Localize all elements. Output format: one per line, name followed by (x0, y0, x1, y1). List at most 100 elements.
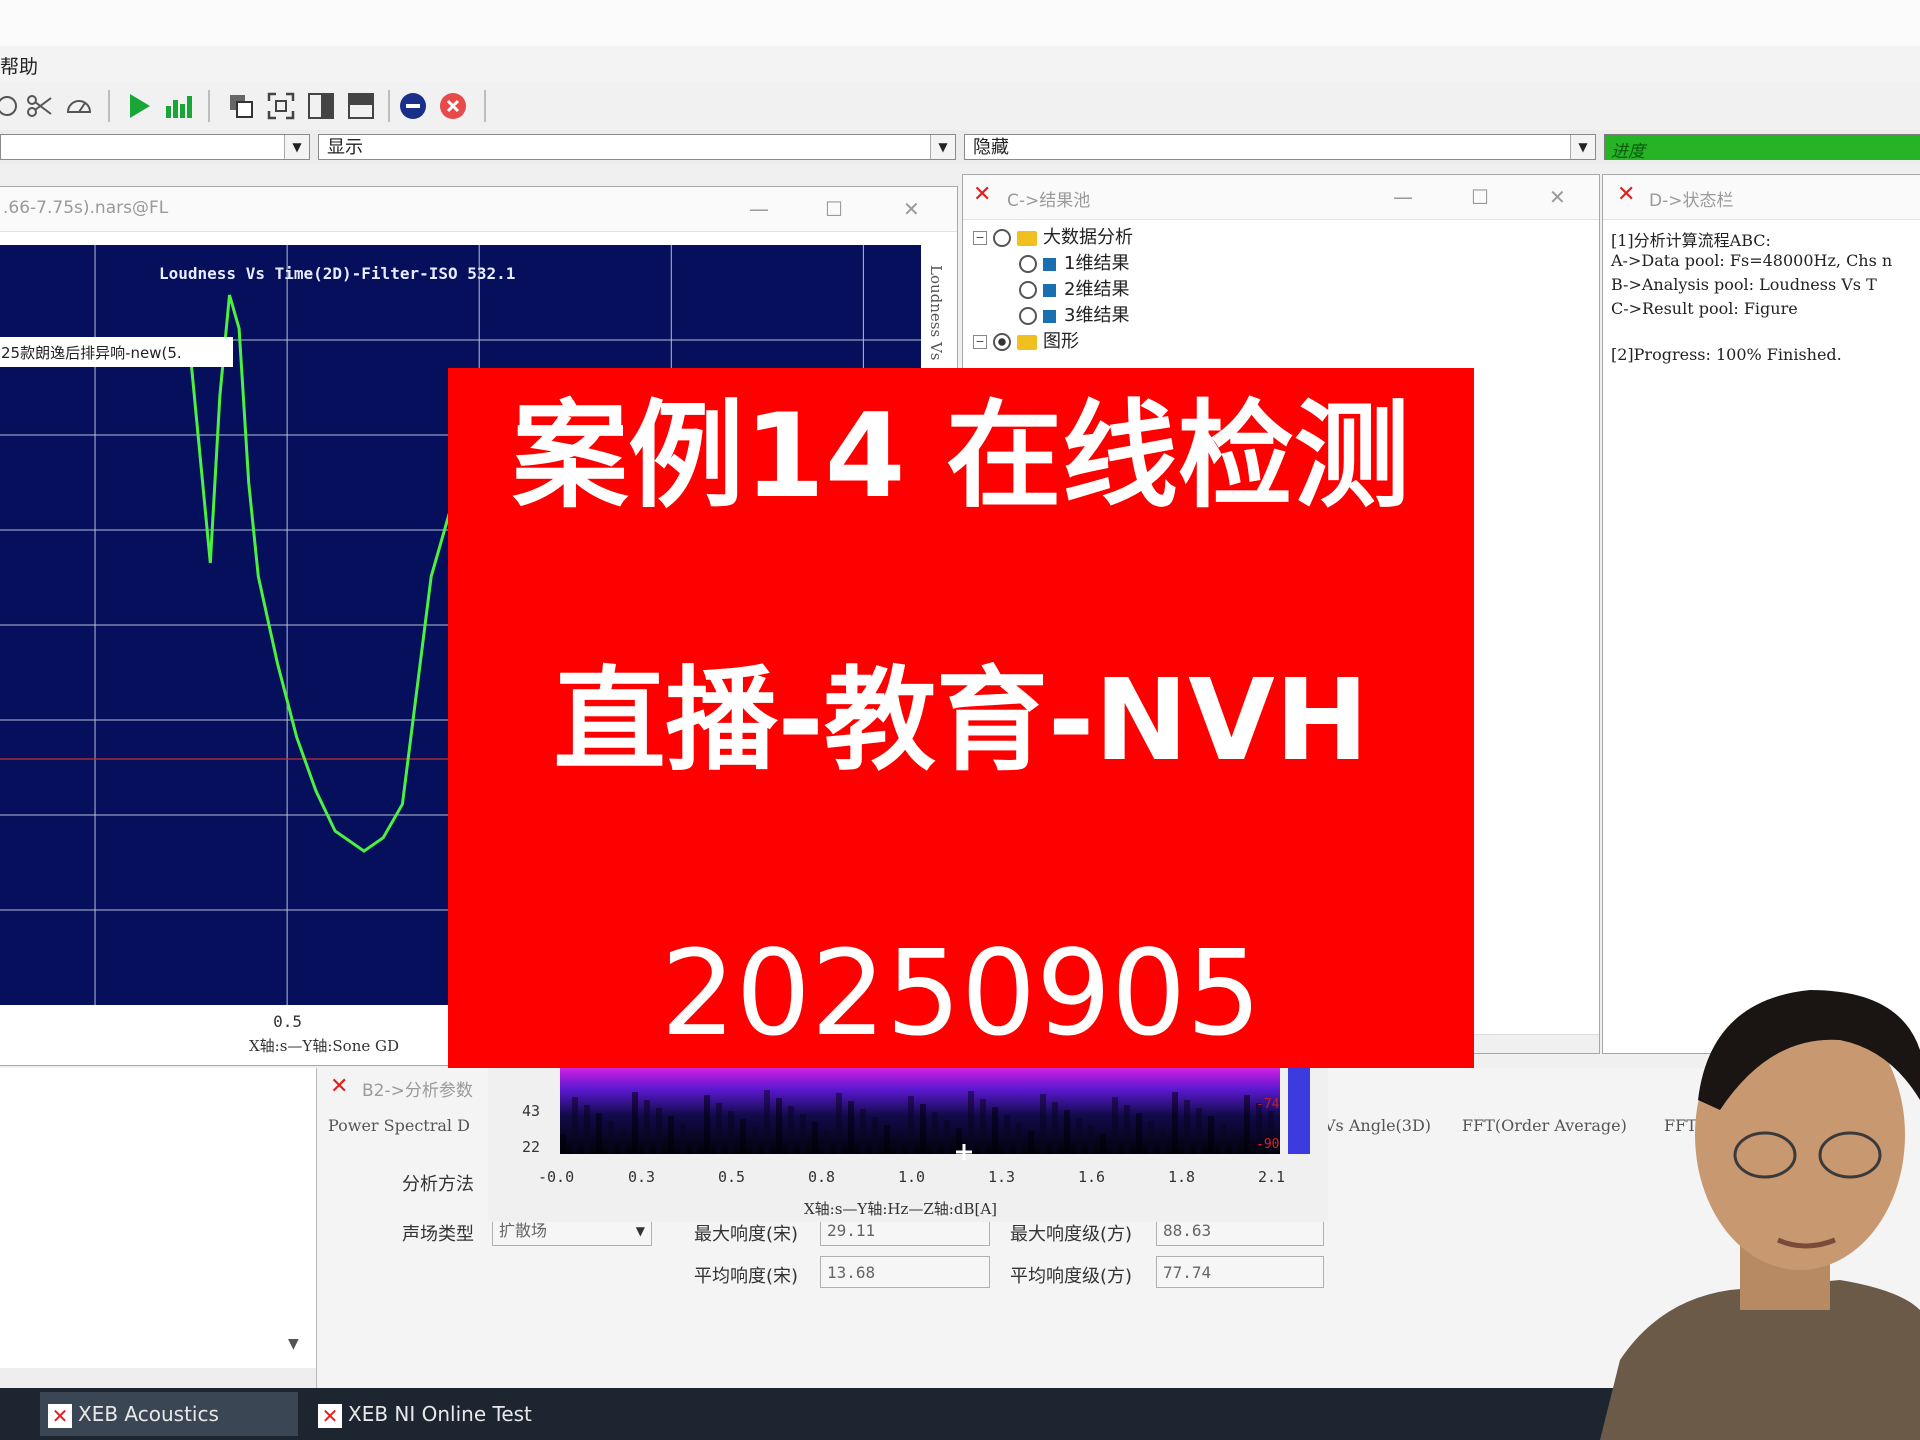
tree-item-3d[interactable]: 3维结果 (1019, 303, 1129, 329)
audio-icon[interactable] (0, 91, 22, 121)
avg-loudness-value: 13.68 (827, 1263, 876, 1282)
close-icon[interactable]: ✕ (903, 197, 920, 221)
spectrogram-cell (1088, 1126, 1094, 1154)
maximize-icon[interactable]: ☐ (825, 197, 843, 221)
maximize-icon[interactable]: ☐ (1471, 185, 1489, 209)
max-loudness-value: 29.11 (827, 1221, 876, 1240)
close-icon[interactable]: ✕ (1549, 185, 1566, 209)
spectrogram-cell (920, 1104, 926, 1154)
collapse-icon[interactable]: − (973, 335, 987, 349)
dropdown-arrow-icon[interactable]: ▼ (1570, 135, 1595, 159)
horizontal-scrollbar[interactable] (0, 1368, 316, 1388)
spectrogram-cell (908, 1096, 914, 1154)
progress-label: 进度 (1611, 142, 1645, 162)
spectrogram-xtick: 2.1 (1258, 1168, 1285, 1186)
taskbar-app-online-test[interactable]: ✕ XEB NI Online Test (312, 1392, 562, 1436)
tree-item-label: 1维结果 (1064, 253, 1130, 274)
fit-screen-icon[interactable] (266, 91, 296, 121)
plot-vertical-label: Loudness Vs (927, 265, 945, 361)
app-x-icon: ✕ (48, 1403, 72, 1428)
tree-item-1d[interactable]: 1维结果 (1019, 251, 1129, 277)
close-circle-icon[interactable] (438, 91, 468, 121)
spectrogram-cell (1136, 1113, 1142, 1154)
dropdown-arrow-icon[interactable]: ▼ (284, 135, 309, 159)
folder-icon (1017, 334, 1037, 350)
tab-power-spectral[interactable]: Power Spectral D (328, 1116, 470, 1135)
radio-icon[interactable] (993, 229, 1011, 247)
params-title: B2->分析参数 (362, 1081, 473, 1101)
tree-item-2d[interactable]: 2维结果 (1019, 277, 1129, 303)
status-line: [1]分析计算流程ABC: (1611, 231, 1771, 250)
spectrogram-xtick: 1.3 (988, 1168, 1015, 1186)
scroll-down-icon[interactable]: ▼ (288, 1336, 299, 1352)
result-icon (1043, 283, 1056, 297)
spectrogram-cell (860, 1109, 866, 1154)
spectrogram-cell (680, 1124, 686, 1154)
bar-chart-icon[interactable] (164, 91, 194, 121)
plot-xtick: 0.5 (273, 1012, 302, 1031)
result-pool-titlebar: ✕ C->结果池 — ☐ ✕ (963, 175, 1599, 220)
gauge-icon[interactable] (64, 91, 94, 121)
spectrogram-cell (728, 1111, 734, 1154)
radio-icon[interactable] (1019, 255, 1037, 273)
avg-level-field[interactable]: 77.74 (1156, 1256, 1324, 1288)
spectrogram-xtick: 1.8 (1168, 1168, 1195, 1186)
promo-overlay: 案例14 在线检测 直播-教育-NVH 20250905 (448, 368, 1474, 1068)
tree-item-graphics[interactable]: − 图形 (973, 329, 1079, 355)
spectrogram-cell (800, 1114, 806, 1154)
spectrogram-cell (1028, 1131, 1034, 1154)
spectrogram-cell (1112, 1097, 1118, 1154)
status-line: A->Data pool: Fs=48000Hz, Chs n (1611, 251, 1893, 270)
plot-window-title: .66-7.75s).nars@FL (3, 198, 169, 218)
dropdown-arrow-icon[interactable]: ▼ (930, 135, 955, 159)
plot-window-titlebar: .66-7.75s).nars@FL — ☐ ✕ (0, 187, 957, 232)
spectrogram-cell (632, 1092, 638, 1154)
spectrogram-cell (1208, 1116, 1214, 1154)
tree-item-label: 大数据分析 (1043, 227, 1133, 248)
spectrogram-cell (824, 1130, 830, 1154)
avg-loudness-label: 平均响度(宋) (694, 1266, 799, 1287)
combo-display[interactable]: 显示 ▼ (318, 134, 956, 160)
tree-item-label: 2维结果 (1064, 279, 1130, 300)
combo-left[interactable]: ▼ (0, 134, 310, 160)
max-level-label: 最大响度级(方) (1010, 1224, 1133, 1245)
collapse-icon[interactable]: − (973, 231, 987, 245)
copy-icon[interactable] (226, 91, 256, 121)
radio-selected-icon[interactable] (993, 333, 1011, 351)
radio-icon[interactable] (1019, 281, 1037, 299)
avg-loudness-field[interactable]: 13.68 (820, 1256, 990, 1288)
scissors-icon[interactable] (24, 91, 54, 121)
play-icon[interactable] (124, 91, 154, 121)
spectrogram-cell (896, 1133, 902, 1154)
spectrogram-cell (836, 1093, 842, 1154)
spectrogram-cell (788, 1106, 794, 1154)
spectrogram-xtick: 0.5 (718, 1168, 745, 1186)
menu-help[interactable]: 帮助 (0, 52, 38, 79)
spectrogram-cell (1052, 1102, 1058, 1154)
combo-hide[interactable]: 隐藏 ▼ (964, 134, 1596, 160)
plot-xlabel: X轴:s—Y轴:Sone GD (249, 1037, 399, 1055)
spectrogram-cell (1004, 1115, 1010, 1154)
spectrogram-cell (692, 1132, 698, 1154)
field-type-label: 声场类型 (402, 1224, 474, 1245)
progress-bar: 进度 (1604, 134, 1920, 162)
split-vertical-icon[interactable] (306, 91, 336, 121)
split-horizontal-icon[interactable] (346, 91, 376, 121)
status-titlebar: ✕ D->状态栏 (1603, 175, 1920, 220)
tree-item-label: 3维结果 (1064, 305, 1130, 326)
tab-vs-angle[interactable]: Vs Angle(3D) (1324, 1116, 1431, 1135)
minimize-icon[interactable]: — (749, 197, 769, 221)
avg-level-label: 平均响度级(方) (1010, 1266, 1133, 1287)
minimize-icon[interactable]: — (1393, 185, 1413, 209)
app-x-icon: ✕ (973, 182, 992, 207)
stop-icon[interactable] (398, 91, 428, 121)
toolbar (0, 82, 1920, 131)
tree-item-bigdata[interactable]: − 大数据分析 (973, 225, 1133, 251)
spectrogram-cell (1124, 1105, 1130, 1154)
status-title: D->状态栏 (1649, 191, 1734, 211)
spectrogram-cell (716, 1103, 722, 1154)
spectrogram-cell (572, 1097, 578, 1154)
taskbar-app-acoustics[interactable]: ✕ XEB Acoustics (40, 1392, 298, 1436)
spectrogram-cell (1040, 1094, 1046, 1154)
radio-icon[interactable] (1019, 307, 1037, 325)
